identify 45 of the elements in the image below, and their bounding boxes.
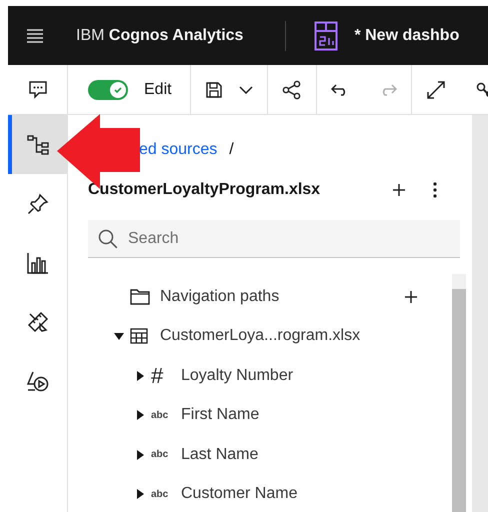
dashboard-title: * New dashbo [354,26,460,44]
edit-label: Edit [144,80,172,98]
type-icon: abc [151,410,168,421]
caret-icon[interactable] [238,86,253,94]
search-icon [98,229,118,249]
caret-right-icon[interactable] [136,489,144,500]
caret-right-icon[interactable] [136,370,144,381]
caret-down-icon[interactable] [114,332,124,340]
source-title: CustomerLoyaltyProgram.xlsx [88,181,322,199]
edit-toggle[interactable] [88,80,128,100]
comment-icon[interactable] [28,80,48,98]
product-name: IBM Cognos Analytics [76,26,244,44]
type-icon: # [151,362,164,389]
tree-icon [26,134,48,154]
pin-icon [26,192,48,214]
type-icon: abc [151,449,168,460]
save-icon[interactable] [204,80,223,98]
caret-right-icon[interactable] [136,450,144,460]
table-icon [130,328,148,344]
pencil-ruler-icon [26,310,48,332]
overflow-menu-icon[interactable] [433,182,437,198]
data-field[interactable]: First Name [181,406,260,424]
caret-right-icon[interactable] [136,410,144,420]
sidebar-item[interactable] [8,115,67,174]
share-icon[interactable] [282,80,302,100]
breadcrumb-link[interactable]: ed sources [139,141,218,159]
menu-icon[interactable] [27,28,43,42]
add-icon[interactable] [405,290,417,303]
tree-item[interactable]: Navigation paths [160,288,280,306]
breadcrumb-separator: / [229,141,234,159]
data-field[interactable]: Last Name [181,446,258,464]
search-field[interactable]: Search [88,220,460,258]
key-icon[interactable] [476,82,488,98]
data-field[interactable]: Loyalty Number [181,366,294,385]
expand-icon[interactable] [426,80,446,100]
data-field[interactable]: Customer Name [181,485,298,504]
folder-icon [130,288,150,305]
tree-item[interactable]: CustomerLoya...rogram.xlsx [160,327,360,346]
shapes-play-icon [26,370,48,392]
type-icon: abc [151,488,168,500]
scrollbar[interactable] [452,274,466,512]
add-icon[interactable] [393,184,405,196]
dashboard-icon [314,20,338,50]
check-icon [110,82,126,98]
bar-chart-icon [26,252,48,274]
